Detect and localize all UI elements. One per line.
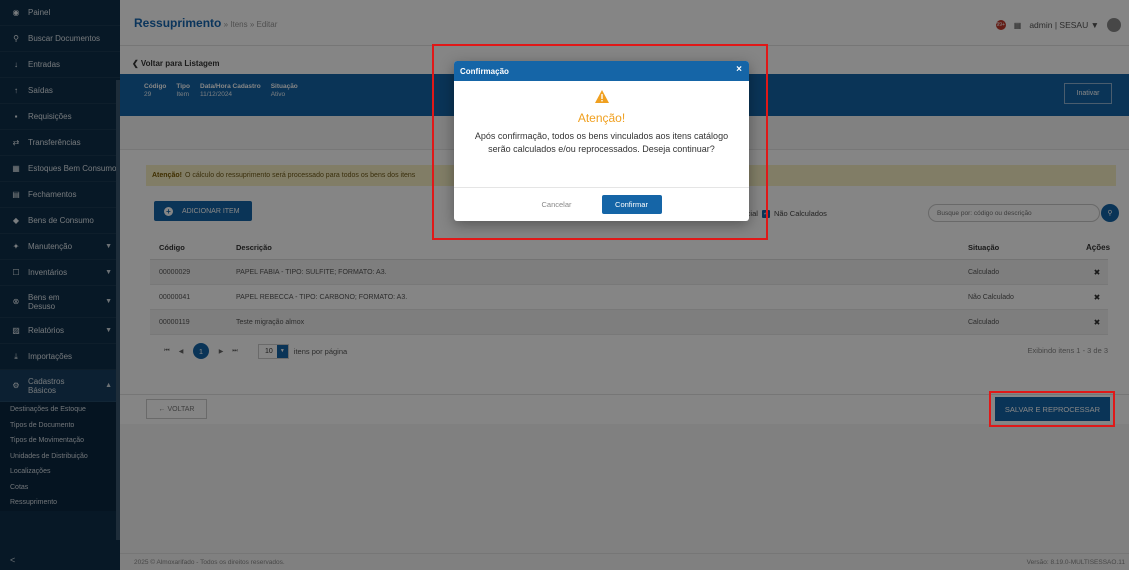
dialog-highlight-box — [432, 44, 768, 240]
save-highlight-box — [989, 391, 1115, 427]
